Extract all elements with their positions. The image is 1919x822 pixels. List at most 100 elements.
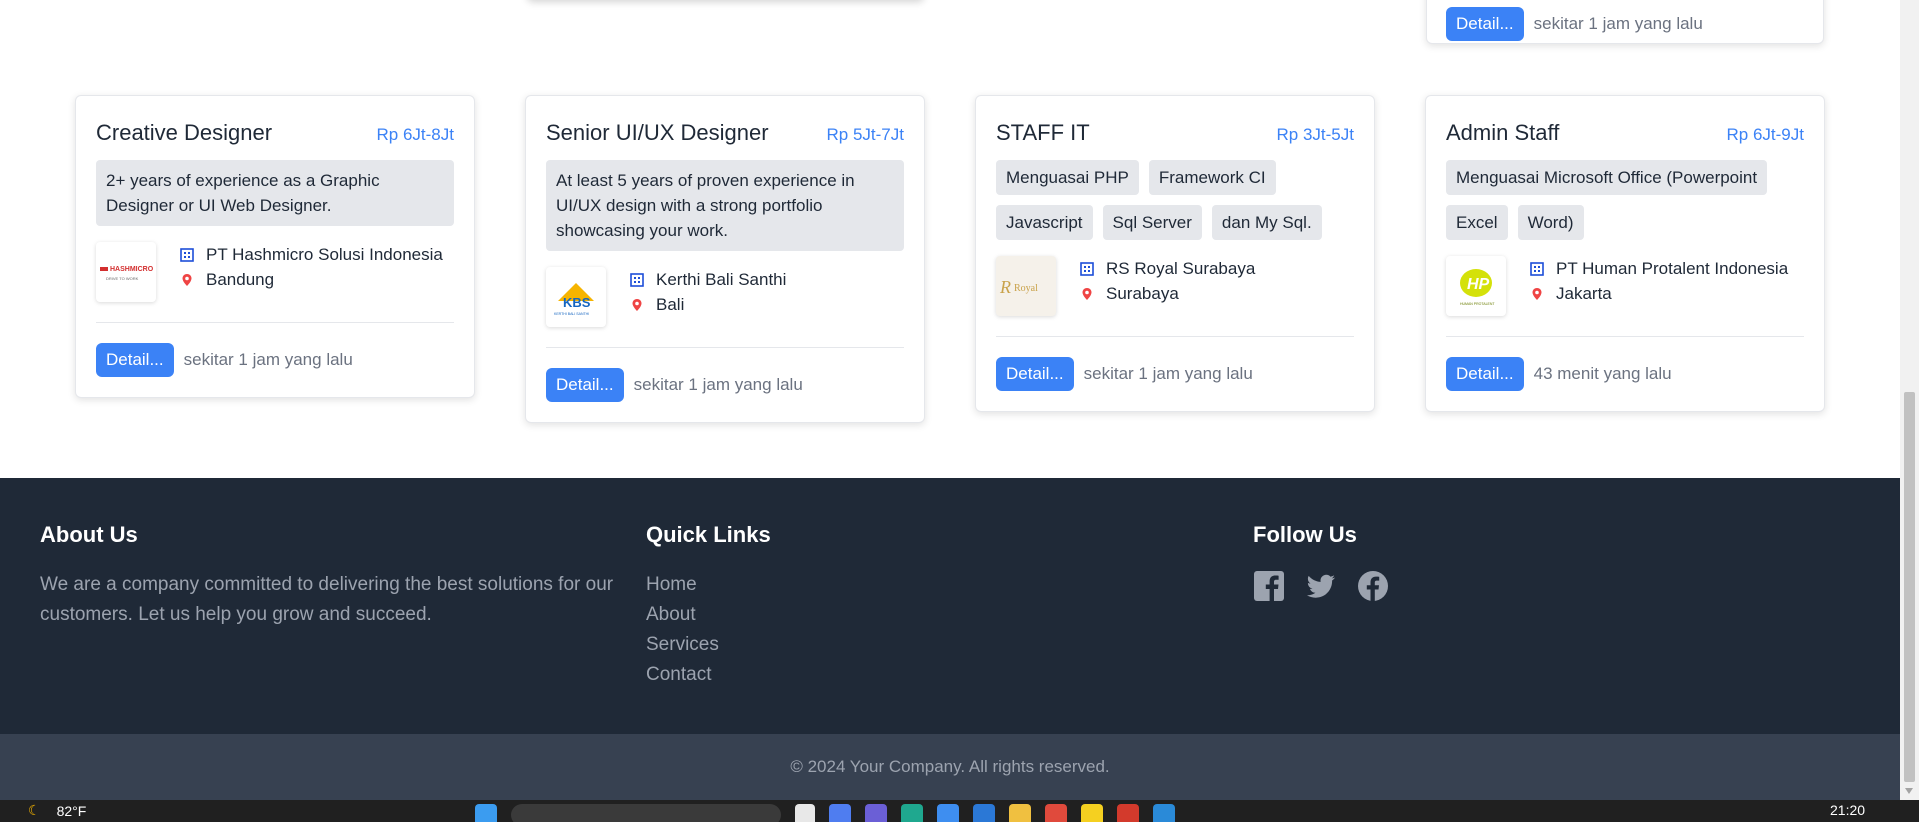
browser-icon[interactable] bbox=[937, 804, 959, 822]
partial-card-top-right: Detail... sekitar 1 jam yang lalu bbox=[1426, 0, 1824, 44]
location-pin-icon bbox=[1082, 287, 1092, 300]
svg-text:DRIVE TO WORK: DRIVE TO WORK bbox=[106, 276, 139, 281]
copilot-icon[interactable] bbox=[829, 804, 851, 822]
footer-about-title: About Us bbox=[40, 522, 138, 547]
page-viewport: Detail... sekitar 1 jam yang lalu Creati… bbox=[0, 0, 1900, 800]
company-name: RS Royal Surabaya bbox=[1106, 259, 1256, 278]
svg-text:HUMAN PROTALENT: HUMAN PROTALENT bbox=[1460, 302, 1495, 306]
job-title[interactable]: Creative Designer bbox=[96, 120, 272, 146]
company-name: PT Hashmicro Solusi Indonesia bbox=[206, 245, 443, 264]
vscode-icon[interactable] bbox=[1153, 804, 1175, 822]
company-logo: HP HUMAN PROTALENT bbox=[1446, 256, 1506, 316]
detail-button[interactable]: Detail... bbox=[1446, 7, 1524, 41]
requirement-tag: Javascript bbox=[996, 205, 1093, 240]
scrollbar-thumb[interactable] bbox=[1904, 392, 1915, 782]
taskbar-clock[interactable]: 21:20 bbox=[1830, 802, 1865, 818]
company-logo: R Royal bbox=[996, 256, 1056, 316]
svg-text:Royal: Royal bbox=[1014, 283, 1038, 294]
job-description: 2+ years of experience as a Graphic Desi… bbox=[96, 160, 454, 226]
job-card: STAFF IT Rp 3Jt-5Jt Menguasai PHP Framew… bbox=[975, 95, 1375, 412]
company-logo: KBS KERTHI BALI SANTHI bbox=[546, 267, 606, 327]
svg-text:HP: HP bbox=[1467, 276, 1490, 293]
building-icon bbox=[630, 272, 644, 287]
detail-button[interactable]: Detail... bbox=[546, 368, 624, 402]
footer-follow-title: Follow Us bbox=[1253, 522, 1357, 547]
time-ago: sekitar 1 jam yang lalu bbox=[183, 350, 353, 369]
job-card: Creative Designer Rp 6Jt-8Jt 2+ years of… bbox=[75, 95, 475, 398]
footer-link-home[interactable]: Home bbox=[646, 570, 771, 600]
time-ago: sekitar 1 jam yang lalu bbox=[1533, 14, 1703, 33]
footer-link-about[interactable]: About bbox=[646, 600, 771, 630]
company-location: Surabaya bbox=[1106, 284, 1179, 303]
location-pin-icon bbox=[182, 273, 192, 286]
taskbar-apps bbox=[475, 804, 1175, 822]
building-icon bbox=[1530, 261, 1544, 276]
edge-icon[interactable] bbox=[901, 804, 923, 822]
job-description: At least 5 years of proven experience in… bbox=[546, 160, 904, 251]
weather-temperature: 82°F bbox=[56, 802, 87, 819]
requirement-tag: Menguasai PHP bbox=[996, 160, 1139, 195]
teams-icon[interactable] bbox=[865, 804, 887, 822]
time-ago: sekitar 1 jam yang lalu bbox=[1083, 364, 1253, 383]
footer-links-title: Quick Links bbox=[646, 522, 771, 547]
requirement-tag: Framework CI bbox=[1148, 160, 1276, 195]
detail-button[interactable]: Detail... bbox=[96, 343, 174, 377]
time-ago: sekitar 1 jam yang lalu bbox=[633, 375, 803, 394]
svg-text:HASHMICRO: HASHMICRO bbox=[110, 266, 154, 273]
company-logo: HASHMICRO DRIVE TO WORK bbox=[96, 242, 156, 302]
weather-icon: ☾ bbox=[28, 802, 41, 818]
page-scrollbar[interactable] bbox=[1900, 0, 1919, 800]
job-title[interactable]: Admin Staff bbox=[1446, 120, 1559, 146]
svg-text:KERTHI BALI SANTHI: KERTHI BALI SANTHI bbox=[554, 312, 589, 316]
requirement-tag: Sql Server bbox=[1102, 205, 1202, 240]
folder-icon[interactable] bbox=[1009, 804, 1031, 822]
copyright-text: © 2024 Your Company. All rights reserved… bbox=[790, 757, 1110, 776]
job-card: Admin Staff Rp 6Jt-9Jt Menguasai Microso… bbox=[1425, 95, 1825, 412]
building-icon bbox=[180, 247, 194, 262]
detail-button[interactable]: Detail... bbox=[1446, 357, 1524, 391]
file-icon[interactable] bbox=[795, 804, 815, 822]
company-location: Bali bbox=[656, 295, 685, 314]
company-name: Kerthi Bali Santhi bbox=[656, 270, 787, 289]
job-salary: Rp 6Jt-9Jt bbox=[1726, 125, 1804, 144]
job-title[interactable]: Senior UI/UX Designer bbox=[546, 120, 769, 146]
building-icon bbox=[1080, 261, 1094, 276]
job-title[interactable]: STAFF IT bbox=[996, 120, 1090, 146]
footer-quick-links: Quick Links Home About Services Contact bbox=[646, 522, 771, 690]
app-icon[interactable] bbox=[1117, 804, 1139, 822]
job-cards-row: Creative Designer Rp 6Jt-8Jt 2+ years of… bbox=[75, 95, 1825, 423]
svg-text:KBS: KBS bbox=[563, 295, 591, 310]
chrome-icon[interactable] bbox=[1045, 804, 1067, 822]
notes-icon[interactable] bbox=[1081, 804, 1103, 822]
copyright-bar: © 2024 Your Company. All rights reserved… bbox=[0, 734, 1900, 800]
company-location: Jakarta bbox=[1556, 284, 1612, 303]
job-card: Senior UI/UX Designer Rp 5Jt-7Jt At leas… bbox=[525, 95, 925, 423]
detail-button[interactable]: Detail... bbox=[996, 357, 1074, 391]
scroll-down-arrow-icon[interactable] bbox=[1905, 788, 1913, 794]
location-pin-icon bbox=[632, 298, 642, 311]
requirement-tag: Word) bbox=[1517, 205, 1584, 240]
facebook-circle-icon[interactable] bbox=[1357, 570, 1389, 602]
company-name: PT Human Protalent Indonesia bbox=[1556, 259, 1789, 278]
facebook-square-icon[interactable] bbox=[1253, 570, 1285, 602]
taskbar-search[interactable] bbox=[511, 804, 781, 822]
twitter-icon[interactable] bbox=[1305, 570, 1337, 602]
footer-link-contact[interactable]: Contact bbox=[646, 660, 771, 690]
location-pin-icon bbox=[1532, 287, 1542, 300]
time-ago: 43 menit yang lalu bbox=[1533, 364, 1672, 383]
os-taskbar: ☾ 82°F 21:20 bbox=[0, 800, 1919, 822]
footer-link-services[interactable]: Services bbox=[646, 630, 771, 660]
job-salary: Rp 3Jt-5Jt bbox=[1276, 125, 1354, 144]
job-salary: Rp 5Jt-7Jt bbox=[826, 125, 904, 144]
job-requirement-tags: Menguasai Microsoft Office (Powerpoint E… bbox=[1446, 160, 1804, 240]
footer-about: About Us We are a company committed to d… bbox=[40, 522, 630, 630]
store-icon[interactable] bbox=[973, 804, 995, 822]
requirement-tag: Menguasai Microsoft Office (Powerpoint bbox=[1446, 160, 1768, 195]
taskbar-weather[interactable]: ☾ 82°F bbox=[28, 802, 86, 819]
requirement-tag: dan My Sql. bbox=[1211, 205, 1322, 240]
requirement-tag: Excel bbox=[1446, 205, 1508, 240]
footer-about-text: We are a company committed to delivering… bbox=[40, 574, 614, 625]
company-location: Bandung bbox=[206, 270, 275, 289]
windows-start-icon[interactable] bbox=[475, 804, 497, 822]
footer-follow: Follow Us bbox=[1253, 522, 1389, 602]
